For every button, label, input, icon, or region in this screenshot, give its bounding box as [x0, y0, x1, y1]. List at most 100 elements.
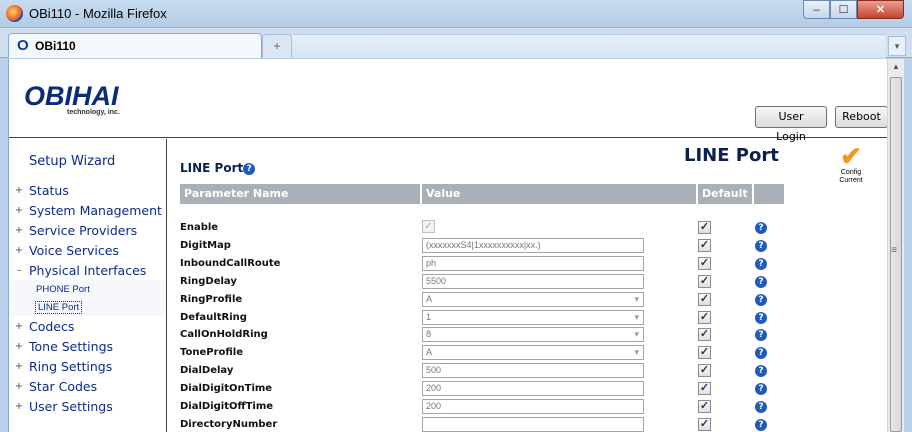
tab-strip-fill: [292, 34, 886, 58]
value-input[interactable]: 200: [422, 399, 644, 414]
close-button[interactable]: ✕: [857, 0, 904, 19]
table-row: DirectoryNumber ✓?: [180, 416, 786, 432]
obihai-favicon-icon: O: [17, 37, 29, 54]
value-select[interactable]: A: [422, 291, 644, 307]
sidebar: Setup Wizard + Status + System Managemen…: [9, 139, 167, 432]
table-row: InboundCallRoute ph ✓?: [180, 255, 786, 273]
table-row: DialDigitOnTime 200 ✓?: [180, 380, 786, 398]
default-checkbox[interactable]: ✓: [698, 346, 711, 360]
help-icon[interactable]: ?: [755, 418, 767, 431]
sidebar-item-codecs[interactable]: + Codecs: [9, 316, 166, 336]
sidebar-item-label: Tone Settings: [29, 338, 114, 354]
tab-list-dropdown-button[interactable]: ▾: [888, 36, 906, 56]
value-input[interactable]: 200: [422, 381, 644, 397]
table-row: RingDelay 5500 ✓?: [180, 273, 786, 291]
sidebar-item-service-providers[interactable]: + Service Providers: [9, 220, 166, 240]
default-checkbox[interactable]: ✓: [698, 310, 711, 324]
sidebar-item-label: Star Codes: [29, 378, 98, 394]
expand-icon: +: [14, 400, 24, 412]
default-checkbox[interactable]: ✓: [698, 364, 711, 378]
sidebar-item-star-codes[interactable]: + Star Codes: [9, 376, 166, 396]
value-input[interactable]: (xxxxxxxS4|1xxxxxxxxxx|xx.): [422, 237, 644, 253]
expand-icon: +: [14, 340, 24, 352]
window-title-bar: OBi110 - Mozilla Firefox – ☐ ✕: [0, 0, 912, 28]
minimize-button[interactable]: –: [803, 0, 830, 19]
help-icon[interactable]: ?: [755, 401, 767, 413]
default-checkbox[interactable]: ✓: [698, 292, 711, 306]
reboot-button[interactable]: Reboot: [835, 106, 888, 128]
help-icon[interactable]: ?: [755, 239, 767, 252]
tab-obi110[interactable]: O OBi110: [8, 33, 262, 58]
default-checkbox[interactable]: ✓: [698, 256, 711, 270]
default-checkbox[interactable]: ✓: [698, 328, 711, 342]
value-input[interactable]: [422, 416, 644, 432]
default-checkbox[interactable]: ✓: [698, 274, 711, 288]
parameter-name: Enable: [180, 222, 219, 233]
vertical-scrollbar[interactable]: ▲ ≡: [887, 59, 904, 432]
sidebar-item-label: Ring Settings: [29, 358, 113, 374]
help-icon[interactable]: ?: [243, 163, 256, 175]
sidebar-subitem-phone-port[interactable]: PHONE Port: [9, 280, 166, 298]
obihai-logo: OBIHAI: [24, 81, 119, 111]
sidebar-item-tone-settings[interactable]: + Tone Settings: [9, 336, 166, 356]
tab-label: OBi110: [35, 39, 76, 53]
value-input[interactable]: ph: [422, 255, 644, 271]
value-select[interactable]: A: [422, 345, 644, 361]
value-select[interactable]: 1: [422, 309, 644, 325]
value-input[interactable]: 500: [422, 363, 644, 379]
new-tab-button[interactable]: +: [262, 34, 292, 58]
sidebar-item-physical-interfaces[interactable]: – Physical Interfaces: [9, 260, 166, 280]
table-row: RingProfile A ✓?: [180, 291, 786, 309]
enable-checkbox[interactable]: ✓: [422, 220, 435, 233]
sidebar-item-user-settings[interactable]: + User Settings: [9, 396, 166, 416]
parameter-name: DialDigitOnTime: [180, 383, 273, 395]
sidebar-subitem-label: LINE Port: [34, 300, 83, 314]
help-icon[interactable]: ?: [755, 257, 767, 270]
column-header-help: [754, 184, 784, 204]
default-checkbox[interactable]: ✓: [698, 221, 711, 234]
sidebar-item-voice-services[interactable]: + Voice Services: [9, 240, 166, 260]
sidebar-item-label: Voice Services: [29, 242, 119, 258]
expand-icon: +: [14, 360, 24, 372]
user-login-button[interactable]: User Login: [755, 106, 827, 143]
help-icon[interactable]: ?: [755, 383, 767, 396]
page-title: LINE Port: [684, 145, 779, 166]
help-icon[interactable]: ?: [755, 311, 767, 324]
sidebar-item-status[interactable]: + Status: [9, 180, 166, 200]
parameter-name: DialDelay: [180, 365, 234, 377]
expand-icon: +: [14, 184, 24, 196]
scroll-up-arrow-icon[interactable]: ▲: [888, 59, 904, 75]
default-checkbox[interactable]: ✓: [698, 382, 711, 396]
setup-wizard-link[interactable]: Setup Wizard: [29, 154, 115, 169]
table-header: Parameter Name Value Default: [180, 184, 786, 204]
sidebar-item-system-management[interactable]: + System Management: [9, 200, 166, 220]
help-icon[interactable]: ?: [755, 347, 767, 360]
window-controls: – ☐ ✕: [803, 0, 904, 19]
sidebar-subitem-label: PHONE Port: [36, 283, 90, 295]
help-icon[interactable]: ?: [755, 222, 767, 234]
parameter-name: DialDigitOffTime: [180, 401, 274, 412]
default-checkbox[interactable]: ✓: [698, 417, 711, 431]
column-header-default: Default: [698, 184, 752, 204]
default-checkbox[interactable]: ✓: [698, 238, 711, 252]
section-title: LINE Port?: [180, 161, 256, 175]
value-select[interactable]: 8: [422, 327, 644, 343]
expand-icon: +: [14, 204, 24, 216]
help-icon[interactable]: ?: [755, 329, 767, 342]
default-checkbox[interactable]: ✓: [698, 400, 711, 413]
maximize-button[interactable]: ☐: [830, 0, 857, 19]
parameter-name: ToneProfile: [180, 347, 244, 359]
value-input[interactable]: 5500: [422, 273, 644, 289]
help-icon[interactable]: ?: [755, 293, 767, 306]
scrollbar-grip-icon: ≡: [891, 245, 897, 256]
section-title-text: LINE Port: [180, 161, 244, 175]
sidebar-item-ring-settings[interactable]: + Ring Settings: [9, 356, 166, 376]
collapse-icon: –: [16, 264, 22, 276]
page-header: OBIHAI technology, inc. User Login Reboo…: [9, 59, 888, 143]
main-content: LINE Port ✔ Config Current LINE Port? Pa…: [169, 139, 887, 432]
expand-icon: +: [14, 224, 24, 236]
tab-strip: O OBi110 + ▾: [0, 28, 912, 58]
help-icon[interactable]: ?: [755, 275, 767, 288]
help-icon[interactable]: ?: [755, 365, 767, 378]
sidebar-subitem-line-port[interactable]: LINE Port: [9, 298, 166, 316]
